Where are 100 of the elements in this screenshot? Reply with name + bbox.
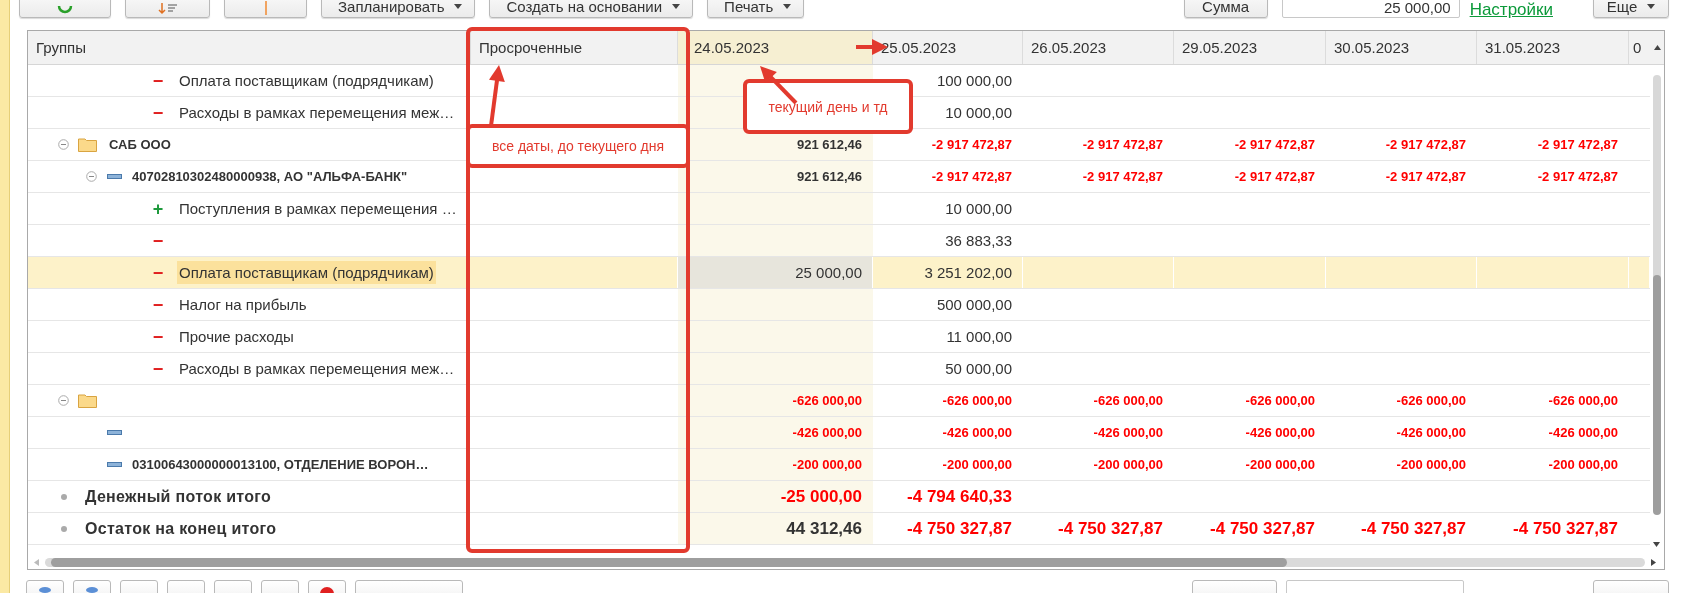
table-cell: -626 000,00 <box>1245 393 1315 408</box>
table-cell: 3 251 202,00 <box>924 264 1012 281</box>
row-label: Оплата поставщикам (подрядчикам) <box>178 71 435 91</box>
folder-icon <box>78 137 97 152</box>
flow-sign: − <box>152 103 164 122</box>
table-cell: 921 612,46 <box>796 169 862 184</box>
flow-sign: − <box>152 71 164 90</box>
row-label: 03100643000000013100, ОТДЕЛЕНИЕ ВОРОН… <box>132 457 429 472</box>
row-label: Денежный поток итого <box>85 487 272 506</box>
scroll-right-icon[interactable] <box>1651 559 1656 566</box>
table-cell: 50 000,00 <box>945 360 1012 377</box>
settings-link[interactable]: Настройки <box>1469 0 1553 20</box>
table-cell: -4 750 327,87 <box>1513 518 1618 539</box>
table-cell: 36 883,33 <box>945 232 1012 249</box>
account-icon <box>107 430 122 435</box>
caret-icon <box>1647 4 1656 9</box>
account-icon <box>107 462 122 467</box>
table-cell: 10 000,00 <box>945 200 1012 217</box>
table-row[interactable]: − Оплата поставщикам (подрядчикам) 25 000,00 3 251 202,00 <box>28 257 1650 289</box>
scroll-thumb[interactable] <box>51 558 1287 567</box>
table-cell: -200 000,00 <box>1548 457 1618 472</box>
table-row[interactable]: Денежный поток итого -25 000,00 -4 794 640,33 <box>28 481 1650 513</box>
sort-icon <box>157 3 178 15</box>
menu-button[interactable]: Запланировать <box>321 0 476 18</box>
table-row[interactable]: 03100643000000013100, ОТДЕЛЕНИЕ ВОРОН… -200 000,00 -200 000,00 -200 000,00 -200 000,00 -200 000,00 -200 000,00 <box>28 449 1650 481</box>
sum-field[interactable]: 25 000,00 <box>1281 0 1460 18</box>
row-label: Оплата поставщикам (подрядчикам) <box>177 261 436 284</box>
row-label: Расходы в рамках перемещения меж… <box>178 103 456 123</box>
caret-icon <box>672 4 681 9</box>
collapse-icon[interactable] <box>86 171 97 182</box>
scroll-left-icon[interactable] <box>34 559 39 566</box>
table-row[interactable]: − Расходы в рамках перемещения меж… 50 000,00 <box>28 353 1650 385</box>
column-header[interactable]: 0 <box>1629 31 1650 64</box>
record-icon <box>319 586 335 593</box>
table-cell: -4 750 327,87 <box>1361 518 1466 539</box>
menu-button[interactable]: Создать на основании <box>489 0 694 18</box>
table-cell: -200 000,00 <box>1396 457 1466 472</box>
table-cell: -426 000,00 <box>942 425 1012 440</box>
flow-sign: − <box>152 263 164 282</box>
row-label: 40702810302480000938, АО "АЛЬФА-БАНК" <box>132 169 408 184</box>
row-label: Поступления в рамках перемещения … <box>178 199 458 219</box>
table-row[interactable]: − Налог на прибыль 500 000,00 <box>28 289 1650 321</box>
table-cell: -626 000,00 <box>1396 393 1466 408</box>
flow-sign: − <box>152 359 164 378</box>
table-cell: 25 000,00 <box>795 264 862 281</box>
database-icon <box>85 586 99 593</box>
column-header[interactable]: 30.05.2023 <box>1326 31 1477 64</box>
row-label: Расходы в рамках перемещения меж… <box>178 359 456 379</box>
table-cell: -2 917 472,87 <box>1385 169 1466 184</box>
menu-button[interactable]: Печать <box>707 0 805 18</box>
table-cell: -626 000,00 <box>1548 393 1618 408</box>
table-row[interactable]: + Поступления в рамках перемещения … 10 000,00 <box>28 193 1650 225</box>
refresh-icon <box>57 5 73 15</box>
table-cell: 100 000,00 <box>936 72 1012 89</box>
column-header[interactable]: 31.05.2023 <box>1477 31 1629 64</box>
table-cell: -426 000,00 <box>792 425 862 440</box>
table-cell: -200 000,00 <box>1093 457 1163 472</box>
caret-icon <box>454 4 463 9</box>
collapse-icon[interactable] <box>58 139 69 150</box>
annotation-note: текущий день и тд <box>743 79 913 134</box>
flow-sign: − <box>152 231 164 250</box>
caret-icon <box>783 4 792 9</box>
table-cell: -426 000,00 <box>1093 425 1163 440</box>
column-header[interactable]: 26.05.2023 <box>1023 31 1174 64</box>
table-cell: -2 917 472,87 <box>1234 169 1315 184</box>
scroll-down-icon[interactable] <box>1653 542 1660 547</box>
column-header[interactable]: Группы <box>28 31 471 64</box>
table-cell: -2 917 472,87 <box>1385 137 1466 152</box>
column-header[interactable]: 24.05.2023 <box>678 31 873 64</box>
table-cell: -2 917 472,87 <box>1537 169 1618 184</box>
table-cell: -626 000,00 <box>1093 393 1163 408</box>
table-row[interactable]: Остаток на конец итого 44 312,46 -4 750 327,87 -4 750 327,87 -4 750 327,87 -4 750 327,87 -4 750 327,87 <box>28 513 1650 545</box>
table-row[interactable]: -626 000,00 -626 000,00 -626 000,00 -626 000,00 -626 000,00 -626 000,00 <box>28 385 1650 417</box>
scroll-up-icon[interactable] <box>1653 45 1661 50</box>
collapse-icon[interactable] <box>58 395 69 406</box>
table-cell: -2 917 472,87 <box>931 137 1012 152</box>
sum-button[interactable]: Сумма <box>1183 0 1268 18</box>
database-icon <box>38 586 52 593</box>
table-row[interactable]: -426 000,00 -426 000,00 -426 000,00 -426 000,00 -426 000,00 -426 000,00 <box>28 417 1650 449</box>
more-button[interactable]: Еще <box>1593 0 1669 18</box>
table-cell: -2 917 472,87 <box>931 169 1012 184</box>
row-label: Прочие расходы <box>178 327 295 347</box>
bullet-icon <box>61 493 67 500</box>
table-cell: 10 000,00 <box>945 104 1012 121</box>
bullet-icon <box>61 525 67 532</box>
table-cell: -4 750 327,87 <box>1210 518 1315 539</box>
table-cell: -626 000,00 <box>792 393 862 408</box>
table-cell: 921 612,46 <box>796 137 862 152</box>
flow-sign: − <box>152 295 164 314</box>
table-row[interactable]: − Прочие расходы 11 000,00 <box>28 321 1650 353</box>
table-cell: -426 000,00 <box>1548 425 1618 440</box>
column-header[interactable]: 29.05.2023 <box>1174 31 1326 64</box>
table-cell: -4 750 327,87 <box>1058 518 1163 539</box>
table-cell: -2 917 472,87 <box>1234 137 1315 152</box>
table-cell: -200 000,00 <box>942 457 1012 472</box>
table-cell: -426 000,00 <box>1245 425 1315 440</box>
flow-sign: + <box>152 199 164 218</box>
horizontal-scrollbar[interactable] <box>45 558 1645 567</box>
table-cell: 11 000,00 <box>946 328 1012 345</box>
table-cell: -2 917 472,87 <box>1082 169 1163 184</box>
